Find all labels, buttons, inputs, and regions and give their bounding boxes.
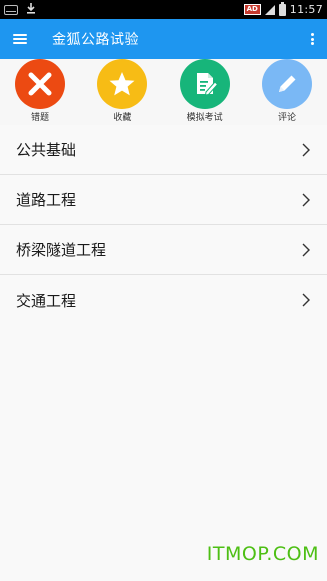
ad-badge: AD: [243, 4, 261, 15]
favorites-button[interactable]: [97, 59, 148, 109]
pencil-icon: [278, 75, 296, 92]
chevron-right-icon: [302, 243, 310, 256]
status-time: 11:57: [289, 3, 323, 16]
action-label: 评论: [277, 113, 296, 123]
chevron-right-icon: [302, 143, 310, 156]
quick-actions: 错题 收藏 模拟考试 评论: [0, 59, 327, 125]
action-label: 错题: [30, 113, 49, 123]
download-icon: [26, 3, 36, 16]
app-title: 金狐公路试验: [52, 32, 139, 48]
action-label: 模拟考试: [186, 113, 223, 123]
more-options-icon[interactable]: [310, 33, 314, 45]
battery-icon: [278, 1, 286, 16]
list-item-bridge-tunnel-engineering[interactable]: 桥梁隧道工程: [0, 225, 327, 275]
star-icon: [109, 72, 135, 96]
action-favorites[interactable]: 收藏: [97, 59, 148, 125]
status-bar: AD 11:57: [0, 0, 327, 19]
action-label: 收藏: [113, 113, 132, 123]
list-item-traffic-engineering[interactable]: 交通工程: [0, 275, 327, 325]
list-item-road-engineering[interactable]: 道路工程: [0, 175, 327, 225]
chevron-right-icon: [302, 293, 310, 307]
message-icon: [4, 4, 18, 15]
chevron-right-icon: [302, 193, 310, 206]
list-item-label: 桥梁隧道工程: [16, 241, 107, 259]
menu-icon[interactable]: [13, 34, 27, 44]
action-comments[interactable]: 评论: [261, 59, 312, 125]
list-item-label: 交通工程: [16, 291, 77, 310]
category-list: 公共基础 道路工程 桥梁隧道工程 交通工程: [0, 125, 327, 325]
signal-icon: [264, 4, 275, 15]
action-mock-exam[interactable]: 模拟考试: [179, 59, 230, 125]
comments-button[interactable]: [261, 59, 312, 109]
wrong-questions-button[interactable]: [15, 59, 65, 109]
close-icon: [28, 72, 52, 96]
app-bar: 金狐公路试验: [0, 19, 327, 59]
edit-document-icon: [196, 73, 218, 96]
watermark: ITMOP.COM: [206, 543, 319, 565]
list-item-label: 公共基础: [16, 141, 77, 159]
list-item-label: 道路工程: [16, 191, 77, 209]
list-item-public-basics[interactable]: 公共基础: [0, 125, 327, 175]
action-wrong-questions[interactable]: 错题: [15, 59, 65, 125]
mock-exam-button[interactable]: [179, 59, 230, 109]
